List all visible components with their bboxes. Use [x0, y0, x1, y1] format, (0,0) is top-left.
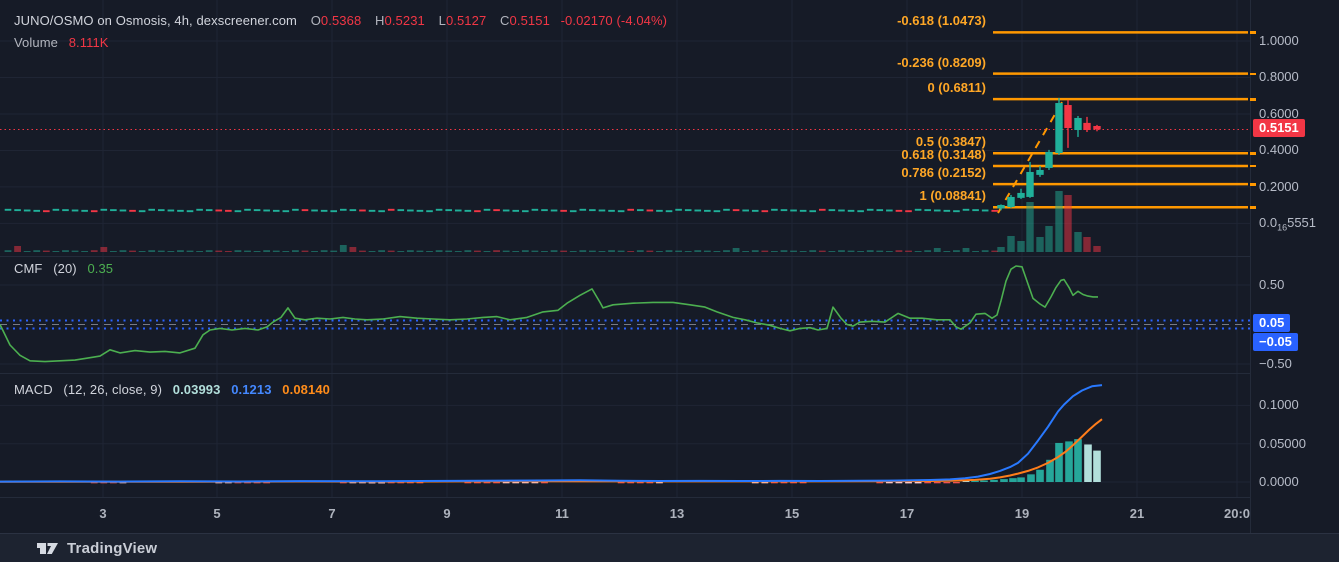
time-axis-label: 15	[785, 506, 799, 521]
volume-value: 8.111K	[69, 35, 109, 50]
cmf-band-badge: −0.05	[1253, 333, 1298, 351]
symbol-title: JUNO/OSMO on Osmosis, 4h, dexscreener.co…	[14, 13, 297, 28]
price-axis-label: 0.4000	[1259, 142, 1299, 157]
fib-axis-tick	[1250, 165, 1256, 168]
fib-axis-tick	[1250, 98, 1256, 101]
time-axis-label: 11	[555, 506, 569, 521]
fib-axis-tick	[1250, 183, 1256, 186]
price-axis[interactable]: 1.00000.80000.60000.40000.20000.01655510…	[1250, 0, 1339, 497]
time-axis-label: 5	[213, 506, 220, 521]
footer-bar: TradingView	[0, 533, 1339, 562]
pane-separator[interactable]	[0, 256, 1250, 257]
pane-separator[interactable]	[0, 373, 1250, 374]
price-axis-label: 0.0165551	[1259, 215, 1316, 233]
macd-legend[interactable]: MACD (12, 26, close, 9) 0.03993 0.1213 0…	[14, 382, 330, 397]
cmf-band-badge: 0.05	[1253, 314, 1290, 332]
fib-level-label: -0.236 (0.8209)	[756, 55, 986, 70]
volume-label: Volume	[14, 35, 58, 50]
open-value: 0.5368	[321, 13, 361, 28]
time-axis-label: 13	[670, 506, 684, 521]
macd-axis-label: 0.1000	[1259, 397, 1299, 412]
fib-level-label: -0.618 (1.0473)	[756, 13, 986, 28]
time-axis-label: 7	[328, 506, 335, 521]
time-axis-label: 21	[1130, 506, 1144, 521]
tradingview-logo-icon[interactable]	[36, 540, 59, 557]
tradingview-brand[interactable]: TradingView	[67, 540, 157, 557]
open-label: O	[311, 13, 321, 28]
fib-level-label: 0.618 (0.3148)	[756, 147, 986, 162]
cmf-params: (20)	[53, 261, 77, 276]
cmf-axis-label: −0.50	[1259, 356, 1292, 371]
fib-axis-tick	[1250, 31, 1256, 34]
change-value: -0.02170 (-4.04%)	[561, 13, 667, 28]
cmf-legend[interactable]: CMF (20) 0.35	[14, 261, 113, 276]
symbol-legend[interactable]: JUNO/OSMO on Osmosis, 4h, dexscreener.co…	[14, 13, 667, 28]
close-label: C	[500, 13, 510, 28]
time-axis-label: 3	[99, 506, 106, 521]
fib-level-label: 0.786 (0.2152)	[756, 165, 986, 180]
fib-level-label: 0 (0.6811)	[756, 80, 986, 95]
macd-signal-value: 0.08140	[282, 382, 330, 397]
last-price-badge: 0.5151	[1253, 119, 1305, 137]
price-axis-label: 0.2000	[1259, 179, 1299, 194]
high-label: H	[375, 13, 385, 28]
fib-axis-tick	[1250, 152, 1256, 155]
low-value: 0.5127	[446, 13, 486, 28]
macd-params: (12, 26, close, 9)	[63, 382, 162, 397]
time-axis-label: 17	[900, 506, 914, 521]
low-label: L	[439, 13, 446, 28]
fib-axis-tick	[1250, 73, 1256, 76]
chart-root: JUNO/OSMO on Osmosis, 4h, dexscreener.co…	[0, 0, 1339, 562]
price-axis-label: 0.8000	[1259, 69, 1299, 84]
cmf-title: CMF	[14, 261, 42, 276]
macd-axis-label: 0.05000	[1259, 436, 1306, 451]
chart-canvas[interactable]	[0, 0, 1250, 533]
time-axis[interactable]: 3 5 7 9 11 13 15 17 19 21 20:0	[0, 498, 1250, 533]
volume-legend[interactable]: Volume 8.111K	[14, 35, 109, 50]
cmf-value: 0.35	[87, 261, 113, 276]
cmf-axis-label: 0.50	[1259, 277, 1284, 292]
time-axis-label: 9	[443, 506, 450, 521]
fib-axis-tick	[1250, 206, 1256, 209]
time-axis-label: 19	[1015, 506, 1029, 521]
time-axis-label: 20:0	[1224, 506, 1250, 521]
macd-hist-value: 0.03993	[173, 382, 221, 397]
macd-title: MACD	[14, 382, 53, 397]
high-value: 0.5231	[385, 13, 425, 28]
price-axis-label: 1.0000	[1259, 33, 1299, 48]
macd-line-value: 0.1213	[231, 382, 271, 397]
fib-level-label: 1 (0.08841)	[756, 188, 986, 203]
close-value: 0.5151	[510, 13, 550, 28]
macd-axis-label: 0.0000	[1259, 474, 1299, 489]
